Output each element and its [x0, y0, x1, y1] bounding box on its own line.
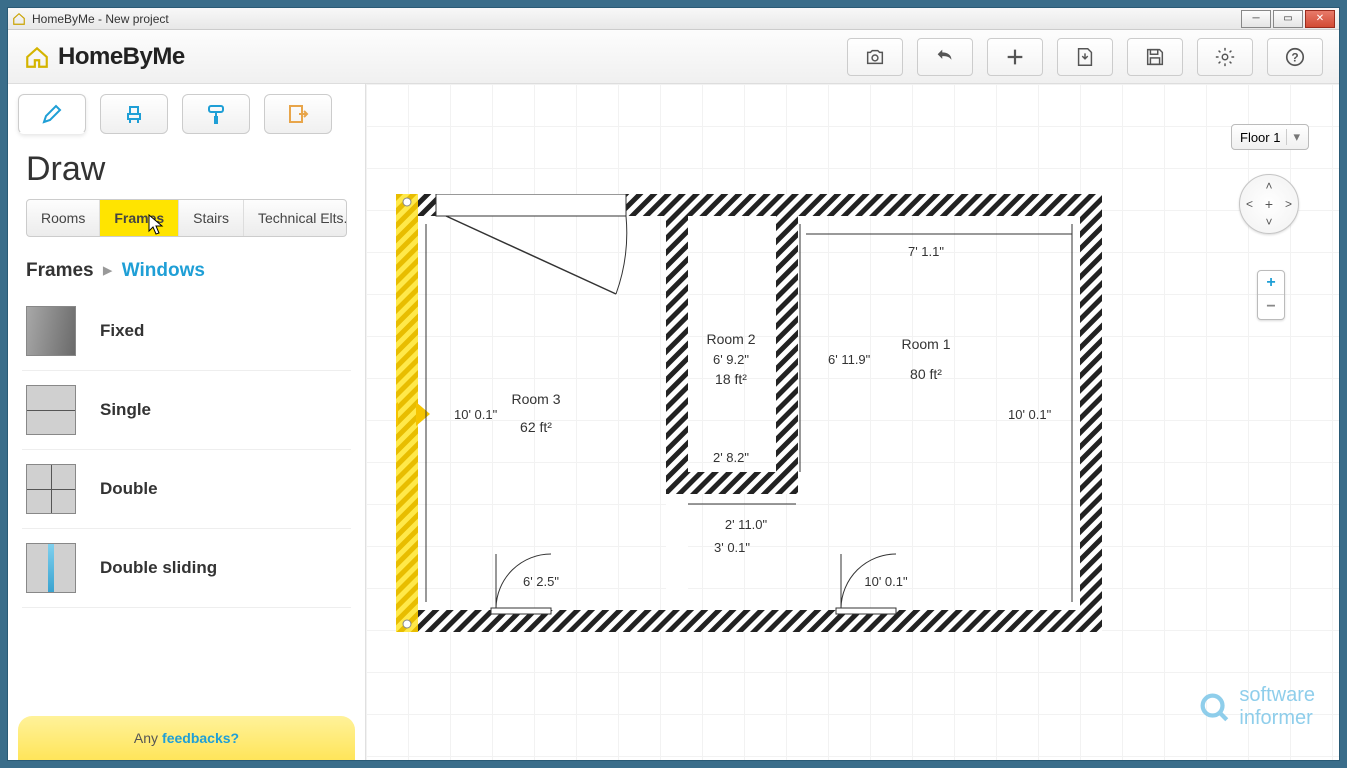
top-toolbar: HomeByMe ? [8, 30, 1339, 84]
camera-icon [864, 46, 886, 68]
item-label: Fixed [100, 321, 144, 341]
room1-area: 80 ft² [910, 366, 942, 382]
pencil-icon [40, 102, 64, 126]
mode-tab-draw[interactable] [18, 94, 86, 134]
save-icon [1144, 46, 1166, 68]
save-button[interactable] [1127, 38, 1183, 76]
mode-tabs [8, 84, 365, 134]
item-label: Double sliding [100, 558, 217, 578]
roller-icon [204, 102, 228, 126]
help-icon: ? [1284, 46, 1306, 68]
zoom-control: + − [1257, 270, 1285, 320]
dim-corridor-w: 2' 11.0" [725, 517, 768, 532]
minimize-button[interactable]: ─ [1241, 10, 1271, 28]
pan-down-button[interactable]: ˅ [1265, 215, 1272, 229]
zoom-out-button[interactable]: − [1258, 295, 1284, 319]
watermark-line2: informer [1239, 707, 1315, 730]
floor-selector[interactable]: Floor 1 ▾ [1231, 124, 1309, 150]
category-tab-frames[interactable]: Frames [100, 200, 179, 236]
fixed-window-icon [26, 306, 76, 356]
item-label: Double [100, 479, 158, 499]
category-tabs: Rooms Frames Stairs Technical Elts. [26, 199, 347, 237]
pan-control: ˄ ˅ ˂ ˃ + [1239, 174, 1299, 234]
import-button[interactable] [1057, 38, 1113, 76]
brand: HomeByMe [24, 43, 185, 71]
room3-name: Room 3 [511, 391, 560, 407]
dim-corridor-h: 3' 0.1" [714, 540, 750, 555]
breadcrumb-leaf[interactable]: Windows [122, 260, 205, 281]
title-bar: HomeByMe - New project ─ ▭ ✕ [8, 8, 1339, 30]
double-window-icon [26, 464, 76, 514]
dim-room1-top: 7' 1.1" [908, 244, 944, 259]
app-icon [12, 12, 26, 26]
floor-label: Floor 1 [1240, 130, 1280, 145]
room1-name: Room 1 [901, 336, 950, 352]
item-double-window[interactable]: Double [22, 450, 351, 529]
dim-room1-right: 10' 0.1" [1008, 407, 1052, 422]
dim-door-left: 6' 2.5" [523, 574, 559, 589]
export-icon [286, 102, 310, 126]
help-button[interactable]: ? [1267, 38, 1323, 76]
sidebar: ◂◂ Draw Rooms Frames Stairs Technical El… [8, 84, 366, 760]
section-title: Draw [8, 134, 365, 199]
mode-tab-paint[interactable] [182, 94, 250, 134]
dim-room2-bottom: 2' 8.2" [713, 450, 749, 465]
brand-logo-icon [24, 44, 50, 70]
feedback-bar[interactable]: Any feedbacks? [18, 716, 355, 760]
plus-icon [1004, 46, 1026, 68]
gear-icon [1214, 46, 1236, 68]
item-fixed-window[interactable]: Fixed [22, 292, 351, 371]
dim-door-right: 10' 0.1" [864, 574, 908, 589]
canvas[interactable]: Floor 1 ▾ ˄ ˅ ˂ ˃ + + − [366, 84, 1339, 760]
watermark-line1: software [1239, 684, 1315, 707]
mode-tab-export[interactable] [264, 94, 332, 134]
feedback-prefix: Any [134, 730, 158, 746]
item-single-window[interactable]: Single [22, 371, 351, 450]
chair-icon [122, 102, 146, 126]
watermark-icon [1197, 690, 1231, 724]
pan-left-button[interactable]: ˂ [1246, 197, 1253, 211]
watermark: software informer [1197, 684, 1315, 730]
room2-name: Room 2 [706, 331, 755, 347]
dim-room3-height: 10' 0.1" [454, 407, 498, 422]
undo-button[interactable] [917, 38, 973, 76]
single-window-icon [26, 385, 76, 435]
sliding-window-icon [26, 543, 76, 593]
add-button[interactable] [987, 38, 1043, 76]
close-button[interactable]: ✕ [1305, 10, 1335, 28]
pan-center-button[interactable]: + [1265, 196, 1273, 212]
floorplan[interactable]: Room 3 62 ft² Room 2 6' 9.2" 18 ft² Room… [396, 194, 1116, 654]
zoom-in-button[interactable]: + [1258, 271, 1284, 295]
category-tab-rooms[interactable]: Rooms [27, 200, 100, 236]
undo-icon [934, 46, 956, 68]
chevron-down-icon: ▾ [1286, 129, 1300, 145]
room3-area: 62 ft² [520, 419, 552, 435]
svg-text:?: ? [1291, 50, 1298, 64]
maximize-button[interactable]: ▭ [1273, 10, 1303, 28]
chevron-right-icon: ▸ [103, 260, 113, 281]
feedback-link[interactable]: feedbacks? [162, 730, 239, 746]
settings-button[interactable] [1197, 38, 1253, 76]
app-window: HomeByMe - New project ─ ▭ ✕ HomeByMe ? … [7, 7, 1340, 761]
room2-width: 6' 9.2" [713, 352, 749, 367]
pan-right-button[interactable]: ˃ [1285, 197, 1292, 211]
brand-name: HomeByMe [58, 43, 185, 71]
screenshot-button[interactable] [847, 38, 903, 76]
breadcrumb-root[interactable]: Frames [26, 260, 94, 281]
room2-area: 18 ft² [715, 371, 747, 387]
pan-up-button[interactable]: ˄ [1265, 179, 1272, 193]
item-double-sliding-window[interactable]: Double sliding [22, 529, 351, 608]
item-label: Single [100, 400, 151, 420]
breadcrumb: Frames ▸ Windows [8, 237, 365, 292]
mode-tab-furnish[interactable] [100, 94, 168, 134]
window-title: HomeByMe - New project [32, 12, 169, 26]
dim-room2-left-h: 6' 11.9" [828, 352, 871, 367]
item-list: Fixed Single Double Double sliding [8, 292, 365, 608]
import-icon [1074, 46, 1096, 68]
category-tab-stairs[interactable]: Stairs [179, 200, 244, 236]
category-tab-technical[interactable]: Technical Elts. [244, 200, 347, 236]
